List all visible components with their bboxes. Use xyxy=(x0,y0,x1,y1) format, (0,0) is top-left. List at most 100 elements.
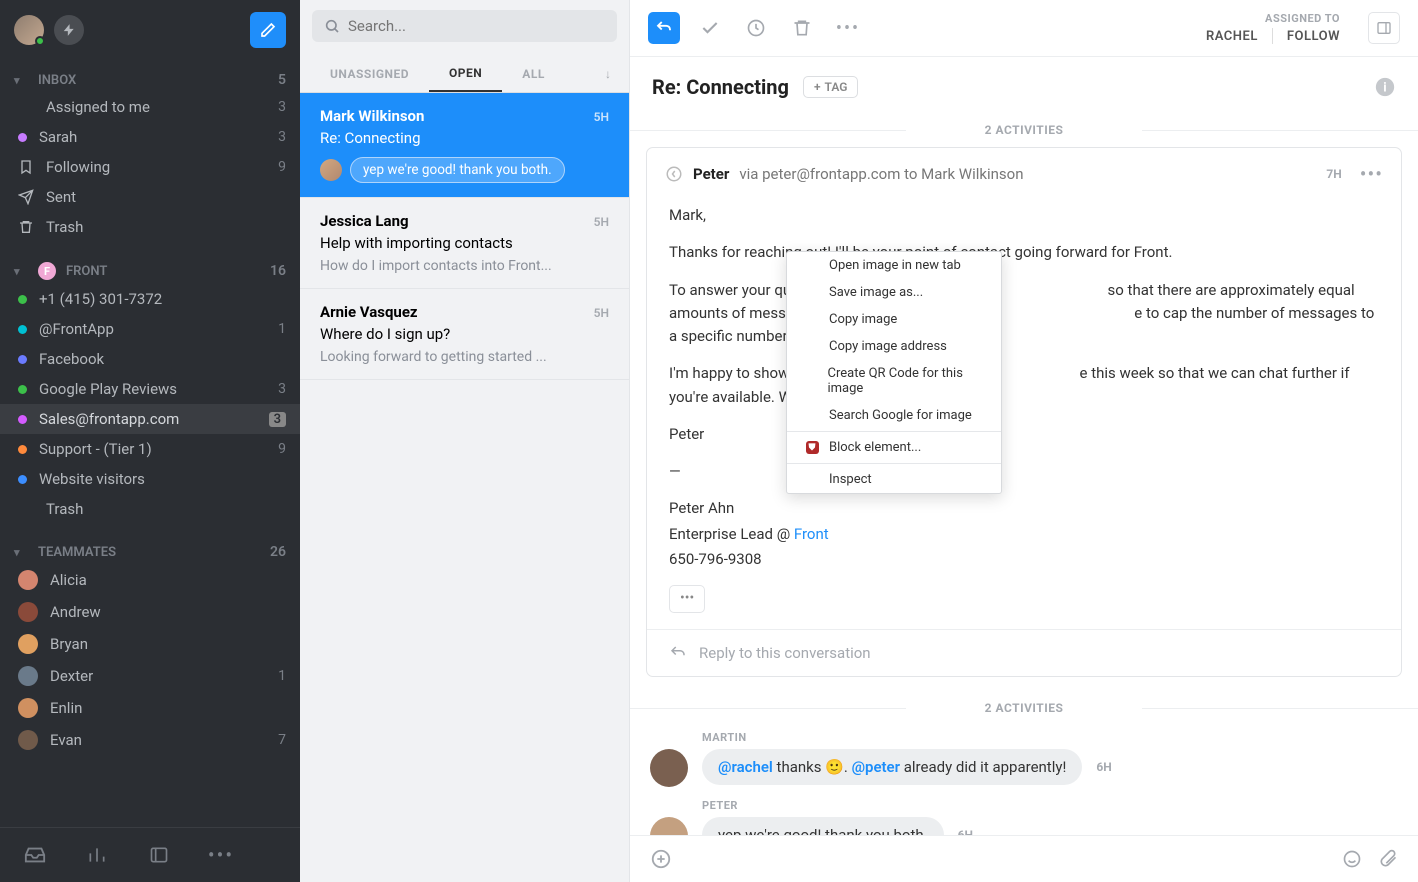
nav-item[interactable]: Alicia xyxy=(0,564,300,596)
attach-icon[interactable] xyxy=(1378,849,1398,869)
nav-item[interactable]: Sales@frontapp.com3 xyxy=(0,404,300,434)
conversation-list: Mark Wilkinson5HRe: Connectingyep we're … xyxy=(300,93,629,882)
msg-signoff: Peter xyxy=(669,423,1379,446)
nav-item[interactable]: Trash xyxy=(0,494,300,524)
analytics-icon[interactable] xyxy=(86,844,108,866)
add-tag-button[interactable]: +TAG xyxy=(803,76,859,98)
message-more-icon[interactable]: ••• xyxy=(1360,162,1383,186)
trash-icon xyxy=(18,219,34,235)
nav-section-header[interactable]: ▾Inbox5 xyxy=(0,68,300,92)
sort-arrow[interactable]: ↓ xyxy=(597,57,619,91)
context-menu-item[interactable]: Copy image address xyxy=(787,333,1001,360)
comment-avatar xyxy=(650,749,688,787)
nav-item[interactable]: Sarah3 xyxy=(0,122,300,152)
nav-item[interactable]: @FrontApp1 xyxy=(0,314,300,344)
sidebar-bottom-bar: ••• xyxy=(0,827,300,882)
nav-sections: ▾Inbox5Assigned to me3Sarah3Following9Se… xyxy=(0,60,300,780)
sig-company-link[interactable]: Front xyxy=(794,525,829,543)
msg-p3: I'm happy to show e this week so that we… xyxy=(669,362,1379,409)
nav-item[interactable]: Following9 xyxy=(0,152,300,182)
send-icon xyxy=(18,189,34,205)
nav-item[interactable]: Dexter1 xyxy=(0,660,300,692)
info-icon[interactable]: i xyxy=(1374,76,1396,98)
comment-item: MARTIN @rachel thanks 🙂. @peter already d… xyxy=(630,725,1418,793)
message-header: Peter via peter@frontapp.com to Mark Wil… xyxy=(647,148,1401,200)
reply-button[interactable] xyxy=(648,12,680,44)
comment-author: MARTIN xyxy=(702,731,1398,744)
context-menu-item[interactable]: Copy image xyxy=(787,306,1001,333)
sidebar: ▾Inbox5Assigned to me3Sarah3Following9Se… xyxy=(0,0,300,882)
inbox-bottom-icon[interactable] xyxy=(24,844,46,866)
context-menu-item[interactable]: Save image as... xyxy=(787,279,1001,306)
conversation-item[interactable]: Arnie Vasquez5HWhere do I sign up?Lookin… xyxy=(300,289,629,380)
context-menu-item[interactable]: Create QR Code for this image xyxy=(787,360,1001,402)
snooze-button[interactable] xyxy=(740,12,772,44)
sig-phone: 650-796-9308 xyxy=(669,548,1379,571)
search-icon xyxy=(324,18,340,34)
sig-title: Enterprise Lead @ xyxy=(669,525,794,543)
comment-time: 6H xyxy=(1096,760,1111,774)
comment-compose-row[interactable] xyxy=(630,835,1418,882)
thread-panel: ••• ASSIGNED TO RACHEL FOLLOW Re: Connec… xyxy=(630,0,1418,882)
msg-p2: To answer your question so that there ar… xyxy=(669,279,1379,349)
user-avatar[interactable] xyxy=(14,15,44,45)
nav-item[interactable]: Sent xyxy=(0,182,300,212)
message-body: Mark, Thanks for reaching out! I'll be y… xyxy=(647,200,1401,629)
thread-header: Re: Connecting +TAG i xyxy=(630,57,1418,113)
assigned-label: ASSIGNED TO xyxy=(1206,12,1340,25)
nav-item[interactable]: Bryan xyxy=(0,628,300,660)
tab-unassigned[interactable]: UNASSIGNED xyxy=(310,57,429,91)
message-time: 7H xyxy=(1326,167,1341,181)
compose-button[interactable] xyxy=(250,12,286,48)
nav-section-header[interactable]: ▾FFRONT16 xyxy=(0,258,300,284)
trimmed-content-button[interactable]: ••• xyxy=(669,585,705,613)
nav-item[interactable]: Enlin xyxy=(0,692,300,724)
nav-item[interactable]: Website visitors xyxy=(0,464,300,494)
bookmark-icon xyxy=(18,159,34,175)
sidebar-top xyxy=(0,0,300,60)
nav-item[interactable]: Facebook xyxy=(0,344,300,374)
message-card: Peter via peter@frontapp.com to Mark Wil… xyxy=(646,147,1402,677)
emoji-icon[interactable] xyxy=(1342,849,1362,869)
conversation-list-panel: UNASSIGNEDOPENALL ↓ Mark Wilkinson5HRe: C… xyxy=(300,0,630,882)
follow-button[interactable]: FOLLOW xyxy=(1287,29,1340,44)
add-attachment-icon[interactable] xyxy=(650,848,672,870)
tab-open[interactable]: OPEN xyxy=(429,56,502,92)
tab-all[interactable]: ALL xyxy=(502,57,565,91)
panel-toggle-button[interactable] xyxy=(1368,12,1400,44)
conversation-item[interactable]: Jessica Lang5HHelp with importing contac… xyxy=(300,198,629,289)
nav-section-header[interactable]: ▾TEAMMATES26 xyxy=(0,540,300,564)
context-menu-item[interactable]: Inspect xyxy=(787,466,1001,493)
context-menu-item[interactable]: ⛊Block element... xyxy=(787,434,1001,461)
more-bottom-icon[interactable]: ••• xyxy=(210,844,232,866)
search-bar[interactable] xyxy=(312,10,617,42)
comment-bubble: @rachel thanks 🙂. @peter already did it … xyxy=(702,749,1082,785)
nav-item[interactable]: Assigned to me3 xyxy=(0,92,300,122)
msg-greeting: Mark, xyxy=(669,204,1379,227)
trash-button[interactable] xyxy=(786,12,818,44)
activities-divider-1: 2 ACTIVITIES xyxy=(630,113,1418,147)
more-actions-button[interactable]: ••• xyxy=(832,12,864,44)
activities-divider-2: 2 ACTIVITIES xyxy=(630,691,1418,725)
archive-button[interactable] xyxy=(694,12,726,44)
list-tabs: UNASSIGNEDOPENALL ↓ xyxy=(300,56,629,93)
nav-item[interactable]: Andrew xyxy=(0,596,300,628)
sender-name: Peter xyxy=(693,165,729,183)
sender-via: via peter@frontapp.com to Mark Wilkinson xyxy=(739,165,1023,183)
contacts-icon[interactable] xyxy=(148,844,170,866)
svg-text:i: i xyxy=(1383,81,1386,96)
nav-item[interactable]: Google Play Reviews3 xyxy=(0,374,300,404)
assigned-name[interactable]: RACHEL xyxy=(1206,29,1258,44)
search-input[interactable] xyxy=(348,17,605,35)
sig-name: Peter Ahn xyxy=(669,497,1379,520)
conversation-item[interactable]: Mark Wilkinson5HRe: Connectingyep we're … xyxy=(300,93,629,198)
reply-row[interactable]: Reply to this conversation xyxy=(647,629,1401,676)
nav-item[interactable]: +1 (415) 301-7372 xyxy=(0,284,300,314)
context-menu-item[interactable]: Open image in new tab xyxy=(787,252,1001,279)
bolt-button[interactable] xyxy=(54,15,84,45)
thread-toolbar: ••• ASSIGNED TO RACHEL FOLLOW xyxy=(630,0,1418,57)
nav-item[interactable]: Trash xyxy=(0,212,300,242)
context-menu-item[interactable]: Search Google for image xyxy=(787,402,1001,429)
nav-item[interactable]: Evan7 xyxy=(0,724,300,756)
nav-item[interactable]: Support - (Tier 1)9 xyxy=(0,434,300,464)
